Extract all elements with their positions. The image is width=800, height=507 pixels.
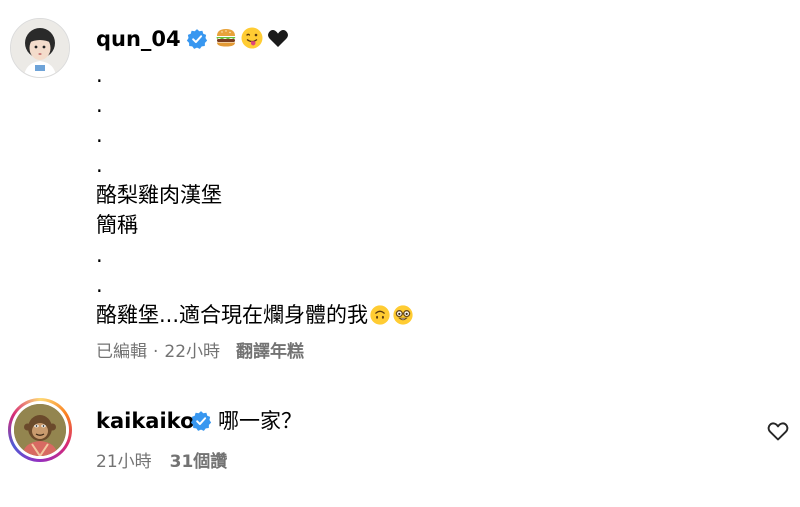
caption-line: . xyxy=(96,243,103,267)
upside-down-face-emoji-icon xyxy=(370,305,390,325)
caption-line: 酪梨雞肉漢堡 xyxy=(96,183,222,207)
verified-badge-icon xyxy=(186,29,208,49)
nerd-face-emoji-icon xyxy=(393,305,413,325)
ape-avatar-image xyxy=(14,404,66,456)
caption-last-line: 酪雞堡...適合現在爛身體的我 xyxy=(96,300,696,330)
caption-line: . xyxy=(96,123,103,147)
reply-timestamp[interactable]: 21小時 xyxy=(96,452,152,472)
caption-line: . xyxy=(96,93,103,117)
caption-line: . xyxy=(96,153,103,177)
caption-line: . xyxy=(96,63,103,87)
caption-username[interactable]: qun_04 xyxy=(96,24,181,54)
reply-meta: 21小時 31個讚 xyxy=(96,449,227,475)
heart-outline-icon[interactable] xyxy=(766,419,790,443)
name-emoji-row xyxy=(214,26,290,50)
caption-line: 簡稱 xyxy=(96,213,138,237)
caption-line: . xyxy=(96,273,103,297)
comments-panel: qun_04 . . . . 酪梨雞肉漢堡 簡稱 . . 酪雞堡...適合現在爛… xyxy=(0,0,800,507)
caption-line: 酪雞堡...適合現在爛身體的我 xyxy=(96,303,369,327)
meta-separator: · xyxy=(153,342,159,362)
reply-username[interactable]: kaikaiko xyxy=(96,406,195,436)
see-translation-link[interactable]: 翻譯年糕 xyxy=(236,342,304,362)
black-heart-emoji-icon xyxy=(268,30,288,47)
verified-badge-icon xyxy=(190,411,212,431)
caption-text: . . . . 酪梨雞肉漢堡 簡稱 . . 酪雞堡...適合現在爛身體的我 xyxy=(96,60,696,330)
caption-meta: 已編輯 · 22小時 翻譯年糕 xyxy=(96,339,304,365)
avatar-image xyxy=(11,19,69,77)
edited-label: 已編輯 xyxy=(96,342,147,362)
hamburger-emoji-icon xyxy=(216,29,236,47)
reply-avatar[interactable] xyxy=(8,398,72,462)
tongue-face-emoji-icon xyxy=(241,27,263,49)
avatar[interactable] xyxy=(10,18,70,78)
reply-likes-count[interactable]: 31個讚 xyxy=(170,452,228,472)
caption-timestamp[interactable]: 22小時 xyxy=(164,342,220,362)
reply-text: 哪一家？ xyxy=(218,409,302,433)
